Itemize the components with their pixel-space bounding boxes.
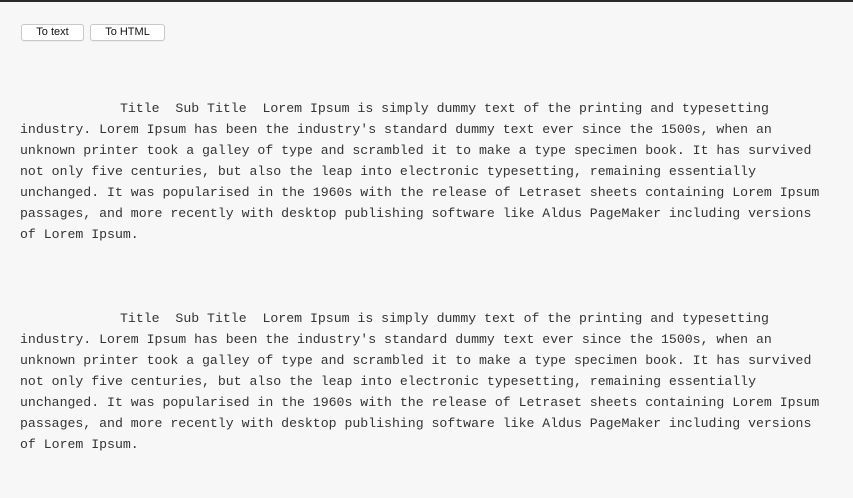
document-paragraph: Title Sub Title Lorem Ipsum is simply du… xyxy=(20,308,832,455)
paragraph-subtitle: Sub Title xyxy=(175,311,247,326)
paragraph-body: Lorem Ipsum is simply dummy text of the … xyxy=(20,311,828,452)
toolbar: To text To HTML xyxy=(21,24,165,41)
to-html-button[interactable]: To HTML xyxy=(90,24,165,41)
paragraph-body: Lorem Ipsum is simply dummy text of the … xyxy=(20,101,828,242)
paragraph-title: Title xyxy=(120,311,160,326)
to-text-button[interactable]: To text xyxy=(21,24,84,41)
paragraph-subtitle: Sub Title xyxy=(175,101,247,116)
paragraph-title: Title xyxy=(120,101,160,116)
document-paragraph: Title Sub Title Lorem Ipsum is simply du… xyxy=(20,98,832,245)
